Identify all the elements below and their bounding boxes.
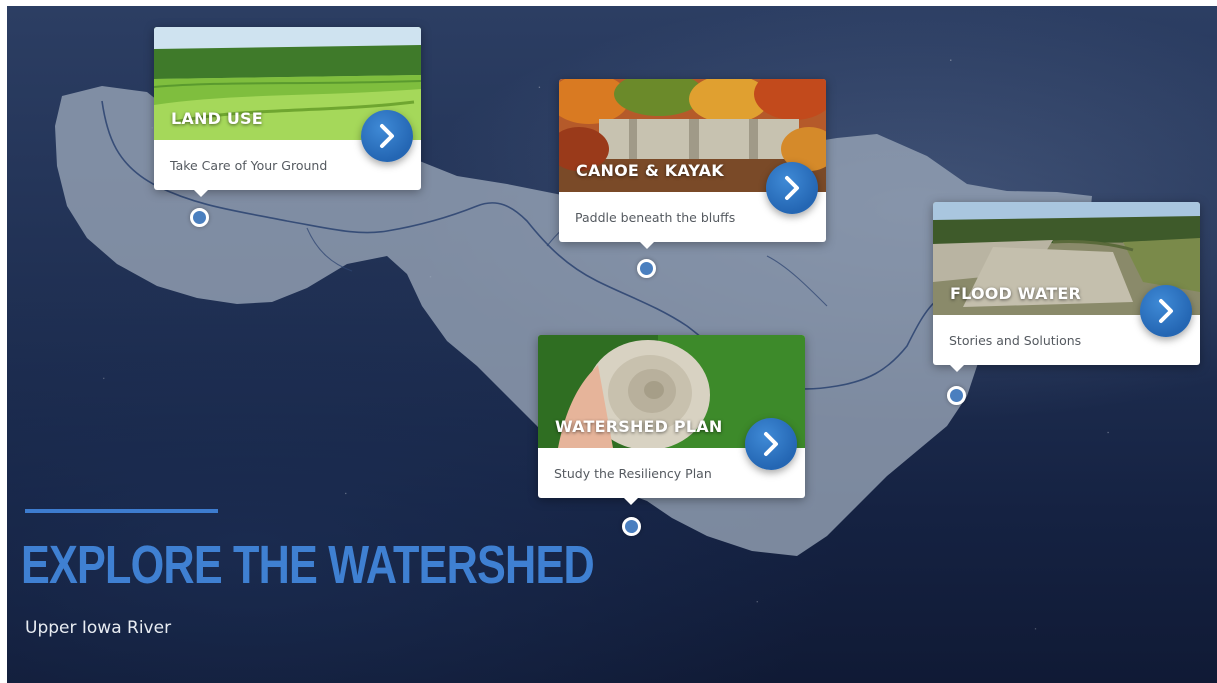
canoe-kayak-arrow-button[interactable] bbox=[766, 162, 818, 214]
card-pointer bbox=[950, 365, 964, 372]
card-title: CANOE & KAYAK bbox=[576, 161, 724, 180]
chevron-right-icon bbox=[1159, 299, 1173, 323]
flood-water-arrow-button[interactable] bbox=[1140, 285, 1192, 337]
card-title: LAND USE bbox=[171, 109, 263, 128]
card-watershed-plan[interactable]: WATERSHED PLAN Study the Resiliency Plan bbox=[538, 335, 805, 505]
page-title: EXPLORE THE WATERSHED bbox=[21, 535, 595, 595]
card-canoe-kayak[interactable]: CANOE & KAYAK Paddle beneath the bluffs bbox=[559, 79, 826, 249]
land-use-map-pin[interactable] bbox=[190, 208, 209, 227]
card-subtitle: Study the Resiliency Plan bbox=[554, 465, 712, 481]
card-subtitle: Take Care of Your Ground bbox=[170, 157, 328, 173]
chevron-right-icon bbox=[380, 124, 394, 148]
card-pointer bbox=[194, 190, 208, 197]
page-subtitle: Upper Iowa River bbox=[25, 618, 172, 638]
card-subtitle: Stories and Solutions bbox=[949, 332, 1082, 348]
title-accent-bar bbox=[25, 509, 218, 513]
land-use-arrow-button[interactable] bbox=[361, 110, 413, 162]
watershed-plan-map-pin[interactable] bbox=[622, 517, 641, 536]
watershed-plan-arrow-button[interactable] bbox=[745, 418, 797, 470]
chevron-right-icon bbox=[764, 432, 778, 456]
canoe-kayak-map-pin[interactable] bbox=[637, 259, 656, 278]
card-flood-water[interactable]: FLOOD WATER Stories and Solutions bbox=[933, 202, 1200, 372]
chevron-right-icon bbox=[785, 176, 799, 200]
card-subtitle: Paddle beneath the bluffs bbox=[575, 209, 736, 225]
card-title: WATERSHED PLAN bbox=[555, 417, 723, 436]
flood-water-map-pin[interactable] bbox=[947, 386, 966, 405]
card-pointer bbox=[624, 498, 638, 505]
card-pointer bbox=[640, 242, 654, 249]
card-land-use[interactable]: LAND USE Take Care of Your Ground bbox=[154, 27, 421, 197]
watershed-explorer: LAND USE Take Care of Your Ground CANOE … bbox=[7, 6, 1217, 683]
card-title: FLOOD WATER bbox=[950, 284, 1082, 303]
